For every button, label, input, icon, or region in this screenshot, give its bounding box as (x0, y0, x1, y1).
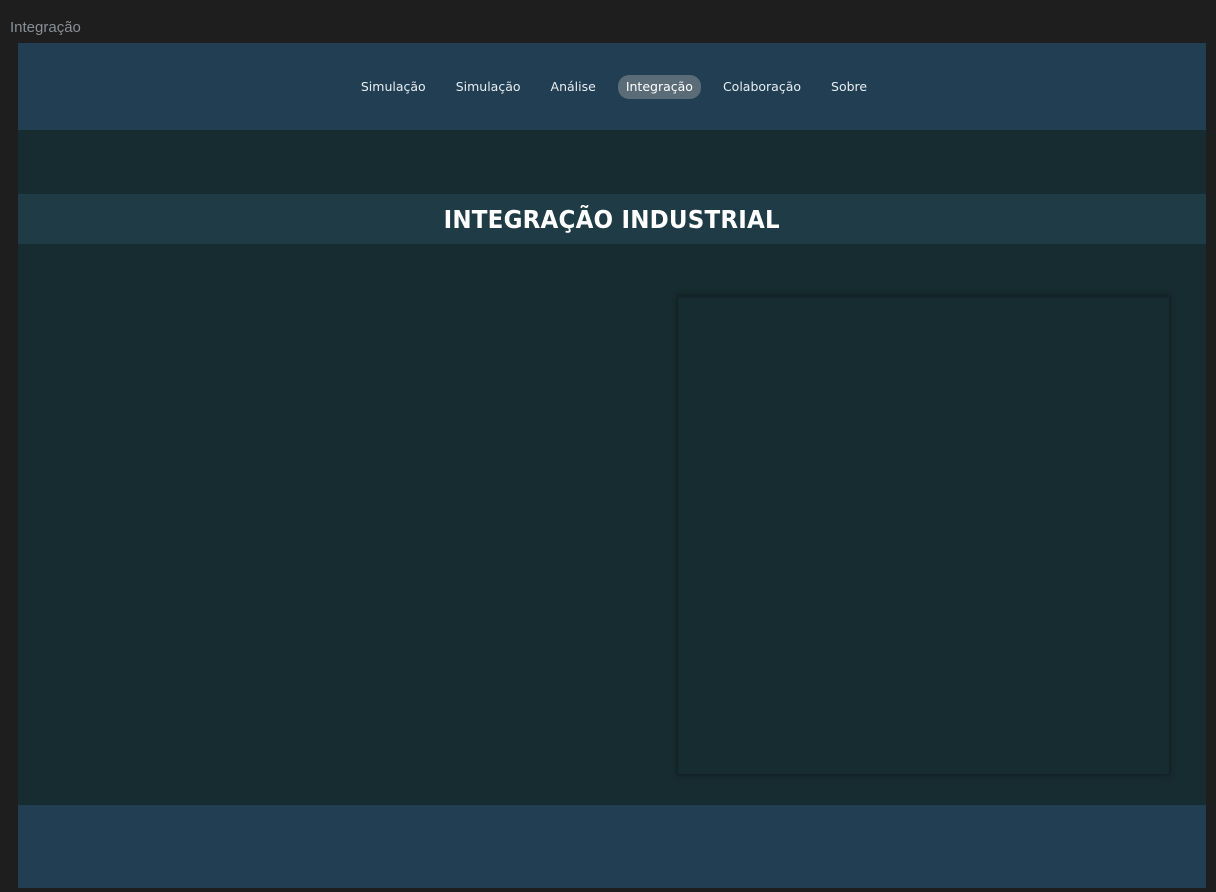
window-title: Integração (10, 19, 81, 36)
app-window: Integração Simulação Simulação Análise I… (0, 0, 1216, 892)
page-footer (18, 805, 1206, 888)
nav-list: Simulação Simulação Análise Integração C… (353, 74, 875, 99)
nav-item-colaboracao[interactable]: Colaboração (715, 75, 809, 99)
nav-item-analise[interactable]: Análise (543, 75, 604, 99)
page-viewport: Simulação Simulação Análise Integração C… (18, 43, 1206, 888)
nav-item-sobre[interactable]: Sobre (823, 75, 875, 99)
content-panel (678, 296, 1169, 774)
nav-item-integracao[interactable]: Integração (617, 74, 701, 99)
hero-band: INTEGRAÇÃO INDUSTRIAL (18, 194, 1206, 244)
window-titlebar: Integração (0, 0, 1216, 43)
top-navigation: Simulação Simulação Análise Integração C… (18, 43, 1206, 130)
nav-item-simulacao[interactable]: Simulação (353, 75, 434, 99)
nav-item-simulacao-2[interactable]: Simulação (448, 75, 529, 99)
page-title: INTEGRAÇÃO INDUSTRIAL (443, 204, 781, 234)
